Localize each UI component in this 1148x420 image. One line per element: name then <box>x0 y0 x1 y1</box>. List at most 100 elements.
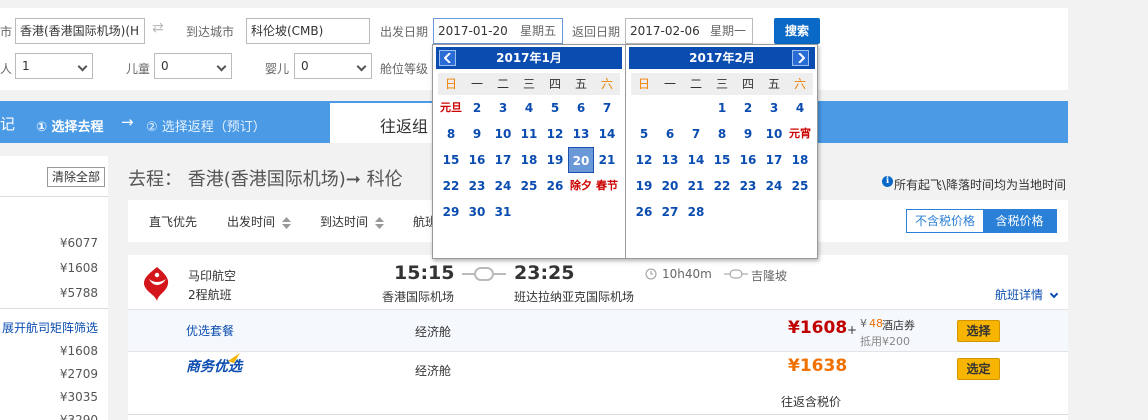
departure-airport: 香港国际机场 <box>382 290 455 304</box>
swap-cities-button[interactable]: ⇄ <box>152 20 164 36</box>
day-cell[interactable]: 8 <box>438 121 464 147</box>
day-cell[interactable]: 11 <box>516 121 542 147</box>
airline-matrix-link[interactable]: 展开航司矩阵筛选 <box>2 319 98 336</box>
day-cell[interactable]: 13 <box>657 147 683 173</box>
day-cell[interactable]: 10 <box>761 121 787 147</box>
day-cell[interactable]: 2 <box>464 95 490 121</box>
adult-select[interactable]: 1 <box>15 53 93 79</box>
day-cell[interactable]: 13 <box>568 121 594 147</box>
price-item[interactable]: ¥3035 <box>0 386 98 409</box>
day-cell[interactable]: 5 <box>542 95 568 121</box>
day-cell[interactable]: 16 <box>735 147 761 173</box>
day-cell[interactable]: 8 <box>709 121 735 147</box>
day-cell[interactable]: 21 <box>683 173 709 199</box>
day-cell[interactable]: 2 <box>735 95 761 121</box>
offer-name[interactable]: 优选套餐 <box>186 322 234 339</box>
sort-depart-label: 出发时间 <box>227 215 276 229</box>
day-cell[interactable]: 12 <box>542 121 568 147</box>
flight-details-link[interactable]: 航班详情 <box>995 286 1059 303</box>
price-item[interactable]: ¥3290 <box>0 409 98 420</box>
sort-depart-time[interactable]: 出发时间 <box>227 213 291 230</box>
price-item[interactable]: ¥1608 <box>0 256 98 281</box>
month-header: 2017年2月 <box>629 47 815 69</box>
offer-row <box>128 309 1068 351</box>
day-cell[interactable]: 元旦 <box>438 95 464 121</box>
day-cell[interactable]: 23 <box>735 173 761 199</box>
day-cell[interactable]: 9 <box>464 121 490 147</box>
month-title: 2017年1月 <box>496 51 562 65</box>
day-cell[interactable]: 3 <box>761 95 787 121</box>
day-cell[interactable]: 12 <box>631 147 657 173</box>
price-item[interactable]: ¥2709 <box>0 363 98 386</box>
day-cell[interactable]: 22 <box>709 173 735 199</box>
search-button[interactable]: 搜索 <box>774 18 820 44</box>
day-cell[interactable]: 元宵 <box>787 121 813 147</box>
from-label: 市 <box>0 25 13 39</box>
day-cell[interactable]: 27 <box>657 199 683 225</box>
infant-select[interactable]: 0 <box>294 53 372 79</box>
day-cell[interactable]: 3 <box>490 95 516 121</box>
day-cell[interactable]: 30 <box>464 199 490 225</box>
day-cell[interactable]: 24 <box>490 173 516 199</box>
day-cell[interactable]: 14 <box>683 147 709 173</box>
day-cell[interactable]: 18 <box>516 147 542 173</box>
day-cell[interactable]: 26 <box>631 199 657 225</box>
day-cell[interactable]: 7 <box>594 95 620 121</box>
clear-all-button[interactable]: 清除全部 <box>47 167 105 187</box>
day-cell[interactable]: 9 <box>735 121 761 147</box>
day-cell[interactable]: 5 <box>631 121 657 147</box>
day-cell[interactable]: 4 <box>787 95 813 121</box>
child-select[interactable]: 0 <box>154 53 232 79</box>
price-item[interactable]: ¥1608 <box>0 340 98 363</box>
flight-details-label: 航班详情 <box>995 288 1044 302</box>
from-city-input[interactable]: 香港(香港国际机场)(H <box>15 18 145 44</box>
return-date-input[interactable]: 2017-02-06 星期一 <box>625 18 753 44</box>
to-city-input[interactable]: 科伦坡(CMB) <box>246 18 370 44</box>
next-month-button[interactable] <box>792 50 809 66</box>
day-cell[interactable]: 10 <box>490 121 516 147</box>
day-cell[interactable]: 除夕 <box>568 173 594 199</box>
day-cell[interactable]: 17 <box>490 147 516 173</box>
day-cell[interactable]: 7 <box>683 121 709 147</box>
day-cell[interactable]: 21 <box>594 147 620 173</box>
sort-arrive-time[interactable]: 到达时间 <box>320 213 384 230</box>
day-cell[interactable]: 31 <box>490 199 516 225</box>
day-cell[interactable]: 26 <box>542 173 568 199</box>
day-cell[interactable]: 22 <box>438 173 464 199</box>
day-cell[interactable]: 19 <box>542 147 568 173</box>
selected-offer-button[interactable]: 选定 <box>957 358 1000 380</box>
day-cell[interactable]: 18 <box>787 147 813 173</box>
day-cell[interactable]: 28 <box>683 199 709 225</box>
chevron-down-icon <box>216 61 227 72</box>
day-cell[interactable]: 19 <box>631 173 657 199</box>
price-incl-tax-tab[interactable]: 含税价格 <box>983 210 1056 232</box>
day-cell[interactable]: 15 <box>709 147 735 173</box>
day-cell[interactable]: 14 <box>594 121 620 147</box>
row-divider <box>128 414 1068 415</box>
select-offer-button[interactable]: 选择 <box>957 320 1000 342</box>
price-item[interactable]: ¥6077 <box>0 231 98 256</box>
day-cell[interactable]: 29 <box>438 199 464 225</box>
day-cell[interactable]: 1 <box>709 95 735 121</box>
day-cell[interactable]: 25 <box>516 173 542 199</box>
day-cell[interactable]: 6 <box>568 95 594 121</box>
day-cell[interactable]: 春节 <box>594 173 620 199</box>
depart-date-input[interactable]: 2017-01-20 星期五 <box>433 18 563 44</box>
day-cell[interactable]: 17 <box>761 147 787 173</box>
price-item[interactable]: ¥5788 <box>0 281 98 306</box>
step-arrow: → <box>121 113 134 131</box>
day-cell[interactable]: 24 <box>761 173 787 199</box>
price-toggle: 不含税价格 含税价格 <box>906 209 1057 233</box>
day-cell[interactable]: 23 <box>464 173 490 199</box>
day-cell[interactable]: 16 <box>464 147 490 173</box>
day-cell[interactable]: 4 <box>516 95 542 121</box>
day-cell[interactable]: 20 <box>657 173 683 199</box>
sort-direct-first[interactable]: 直飞优先 <box>149 213 197 230</box>
price-excl-tax-tab[interactable]: 不含税价格 <box>907 210 983 232</box>
sort-airline[interactable]: 航班 <box>413 213 433 230</box>
day-cell[interactable]: 20 <box>568 147 594 173</box>
day-cell[interactable]: 6 <box>657 121 683 147</box>
day-cell[interactable]: 25 <box>787 173 813 199</box>
prev-month-button[interactable] <box>439 50 456 66</box>
day-cell[interactable]: 15 <box>438 147 464 173</box>
